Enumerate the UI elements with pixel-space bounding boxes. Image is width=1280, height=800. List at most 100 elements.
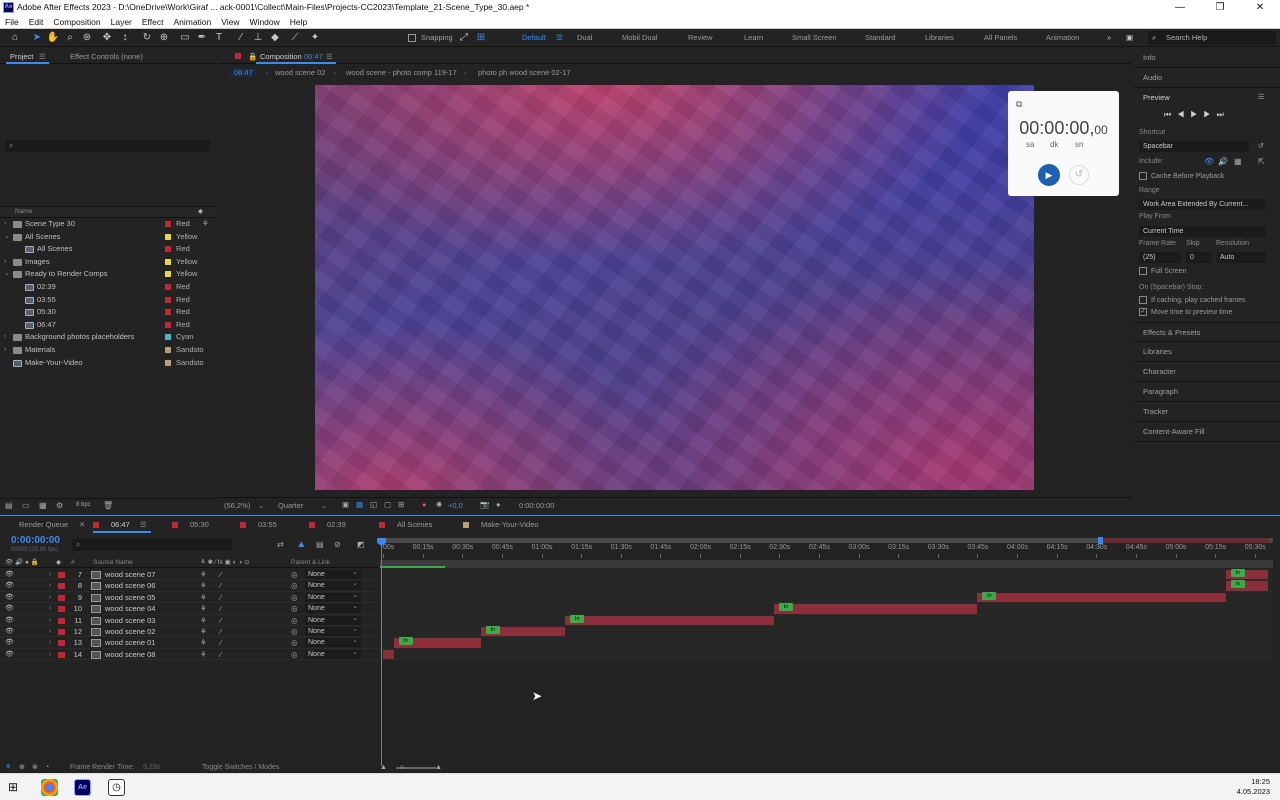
timeline-tab[interactable]: All Scenes — [379, 520, 432, 529]
tab-menu-icon[interactable]: ☰ — [138, 520, 147, 529]
minimize-button[interactable]: — — [1160, 0, 1200, 15]
in-point-marker[interactable]: In — [485, 626, 500, 634]
current-time-display[interactable]: 0:00:00:00 — [11, 535, 60, 546]
chevron-right-icon[interactable]: › — [4, 256, 12, 269]
label-color-swatch[interactable] — [165, 284, 171, 290]
timeline-tab[interactable]: 06:47 ☰ ✕ — [79, 520, 151, 533]
reset-shortcut-icon[interactable]: ↺ — [1258, 142, 1264, 150]
in-point-marker[interactable]: In — [778, 603, 793, 612]
tracker-header[interactable]: Tracker — [1134, 402, 1280, 422]
quality-icon[interactable]: ⁄ — [220, 569, 221, 580]
menu-edit[interactable]: Edit — [24, 15, 49, 29]
close-button[interactable]: ✕ — [1240, 0, 1280, 15]
source-name-header[interactable]: Source Name — [93, 558, 133, 568]
visibility-eye-icon[interactable]: 👁 — [5, 637, 14, 648]
zoom-dropdown[interactable]: (56,2%) — [224, 501, 250, 510]
project-item[interactable]: 05:30 Red — [0, 306, 216, 319]
pick-whip-icon[interactable]: ◎ — [291, 626, 298, 637]
label-column-icon[interactable]: ◆ — [198, 207, 203, 217]
last-frame-icon[interactable]: ⏭ — [1217, 110, 1230, 119]
tab-effect-controls[interactable]: Effect Controls (none) — [70, 52, 143, 61]
windows-start-icon[interactable]: ⊞ — [8, 780, 18, 794]
timeline-tab[interactable]: 05:30 — [172, 520, 209, 529]
layer-label-swatch[interactable] — [58, 572, 65, 578]
pen-tool-icon[interactable]: ✒ — [195, 31, 209, 45]
layer-track[interactable]: In — [380, 580, 1273, 592]
work-area-marker[interactable] — [1098, 537, 1103, 544]
skip-select[interactable]: 0 — [1186, 252, 1212, 263]
play-icon[interactable]: ▶ — [1190, 110, 1203, 119]
parent-select[interactable]: None — [305, 591, 361, 602]
quality-icon[interactable]: ⁄ — [220, 637, 221, 648]
libraries-header[interactable]: Libraries — [1134, 342, 1280, 362]
label-color-swatch[interactable] — [165, 309, 171, 316]
menu-window[interactable]: Window — [245, 15, 285, 29]
collapse-transform-icon[interactable]: ⚘ — [200, 637, 207, 648]
layer-name[interactable]: wood scene 08 — [105, 649, 155, 660]
clock-app-icon[interactable]: ◷ — [108, 779, 125, 796]
new-composition-icon[interactable]: ▦ — [39, 501, 47, 510]
breadcrumb-photo-comp[interactable]: wood scene - photo comp 119-17 — [346, 68, 457, 77]
name-column-header[interactable]: Name — [15, 207, 32, 217]
layer-row[interactable]: 👁 › 12 wood scene 02 ⚘ ⁄ ◎ None — [0, 625, 378, 638]
zoom-tool-icon[interactable]: ⌕ — [63, 31, 77, 45]
workspace-default[interactable]: Default — [522, 33, 546, 42]
workspace-all-panels[interactable]: All Panels — [984, 33, 1017, 42]
chevron-right-icon[interactable]: › — [49, 592, 51, 603]
label-color-swatch[interactable] — [165, 334, 171, 341]
workspace-mobil-dual[interactable]: Mobil Dual — [622, 33, 657, 42]
interpret-footage-icon[interactable]: ▤ — [5, 501, 13, 510]
pick-whip-icon[interactable]: ◎ — [291, 637, 298, 648]
in-point-marker[interactable]: In — [1230, 580, 1245, 589]
layer-label-swatch[interactable] — [58, 629, 65, 635]
timeline-tab[interactable]: Render Queue — [19, 520, 68, 529]
parent-select[interactable]: None — [305, 602, 361, 614]
effects-presets-header[interactable]: Effects & Presets — [1134, 322, 1280, 342]
pick-whip-icon[interactable]: ◎ — [291, 615, 298, 626]
parent-select[interactable]: None — [305, 636, 361, 648]
project-item[interactable]: ⌄ Ready to Render Comps Yellow — [0, 268, 216, 281]
layer-name[interactable]: wood scene 01 — [105, 637, 155, 648]
rotate-tool-icon[interactable]: ↻ — [140, 31, 154, 45]
label-color-swatch[interactable] — [165, 258, 171, 265]
collapse-transform-icon[interactable]: ⚘ — [200, 569, 207, 580]
snap-grid-icon[interactable]: ⊞ — [474, 31, 488, 45]
paragraph-header[interactable]: Paragraph — [1134, 382, 1280, 402]
project-item[interactable]: ⌄ All Scenes Yellow — [0, 231, 216, 244]
range-select[interactable]: Work Area Extended By Current... — [1139, 199, 1266, 210]
bpc-label[interactable]: 8 bpc — [76, 502, 91, 508]
quality-icon[interactable]: ⁄ — [220, 626, 221, 637]
menu-file[interactable]: File — [0, 15, 24, 29]
exposure-value[interactable]: +0,0 — [448, 501, 463, 510]
selection-tool-icon[interactable]: ➤ — [30, 31, 44, 45]
transparency-grid-icon[interactable]: ▦ — [356, 500, 363, 509]
puppet-tool-icon[interactable]: ✦ — [308, 31, 322, 45]
close-tab-icon[interactable]: ✕ — [79, 520, 85, 529]
comp-panel-menu-icon[interactable]: ☰ — [326, 52, 333, 61]
guides-icon[interactable]: ▢ — [384, 500, 391, 509]
collapse-transform-icon[interactable]: ⚘ — [200, 592, 207, 603]
breadcrumb-photo-ph[interactable]: photo ph wood scene 02-17 — [478, 68, 571, 77]
timeline-tab[interactable]: Make-Your-Video — [463, 520, 539, 529]
layer-row[interactable]: 👁 › 7 wood scene 07 ⚘ ⁄ ◎ None — [0, 568, 378, 581]
preview-time[interactable]: 0:00:00:00 — [519, 501, 554, 510]
include-overlays-icon[interactable]: ▦ — [1234, 157, 1242, 166]
tab-composition[interactable]: Composition — [260, 52, 302, 61]
layer-duration-bar[interactable] — [565, 615, 774, 625]
workspace-review[interactable]: Review — [688, 33, 713, 42]
snap-icon[interactable]: ⤢ — [457, 31, 471, 45]
layer-label-swatch[interactable] — [58, 617, 65, 624]
workspace-menu-icon[interactable]: ☰ — [556, 33, 563, 42]
chevron-right-icon[interactable]: › — [49, 580, 51, 591]
timeline-tab[interactable]: 02:39 — [309, 520, 346, 529]
visibility-eye-icon[interactable]: 👁 — [5, 592, 14, 603]
label-color-swatch[interactable] — [165, 233, 171, 240]
label-column-icon[interactable]: ◆ — [56, 558, 61, 568]
show-snapshot-icon[interactable]: ● — [496, 500, 501, 509]
layer-duration-bar[interactable] — [773, 604, 978, 614]
brush-tool-icon[interactable]: ⁄ — [234, 31, 248, 45]
if-caching-checkbox[interactable]: If caching, play cached frames — [1139, 296, 1246, 306]
content-aware-fill-header[interactable]: Content-Aware Fill — [1134, 422, 1280, 442]
layer-duration-bar[interactable] — [383, 649, 394, 660]
parent-select[interactable]: None — [305, 579, 361, 591]
